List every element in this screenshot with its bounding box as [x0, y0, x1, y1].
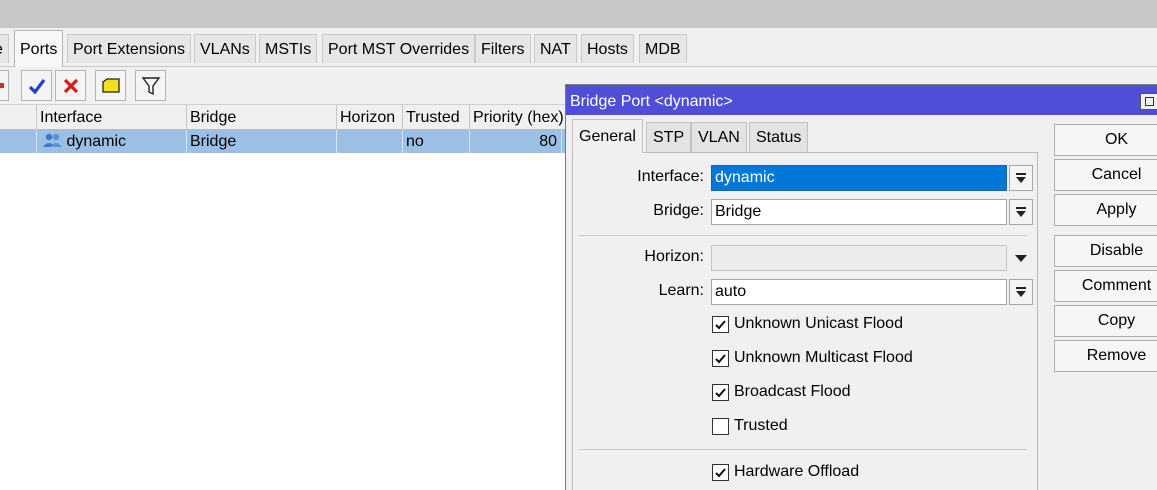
tab-port-mst-overrides[interactable]: Port MST Overrides	[322, 34, 476, 63]
checkmark-icon	[715, 388, 726, 398]
bridge-dropdown-button[interactable]	[1009, 199, 1033, 225]
column-header-interface[interactable]: Interface	[37, 105, 187, 131]
bridge-label: Bridge:	[653, 202, 704, 219]
interface-field[interactable]: dynamic	[711, 165, 1007, 191]
dropdown-arrow-icon	[1016, 173, 1026, 183]
restore-icon	[1145, 97, 1154, 106]
filter-icon	[141, 76, 160, 95]
remove-button[interactable]	[0, 70, 9, 101]
learn-field[interactable]: auto	[711, 279, 1007, 305]
unknown-multicast-flood-label: Unknown Multicast Flood	[734, 349, 913, 366]
dialog-title: Bridge Port <dynamic>	[570, 93, 733, 110]
tab-stp[interactable]: STP	[646, 122, 692, 152]
general-panel: Interface: dynamic Bridge: Bridge Horizo…	[572, 152, 1038, 490]
column-header-flags[interactable]	[0, 105, 37, 131]
hardware-offload-checkbox[interactable]	[712, 464, 729, 481]
bridge-field[interactable]: Bridge	[711, 199, 1007, 225]
horizon-label: Horizon:	[644, 248, 704, 265]
checkmark-icon	[715, 468, 726, 478]
chevron-down-icon	[1015, 255, 1027, 262]
broadcast-flood-checkbox[interactable]	[712, 384, 729, 401]
column-header-horizon[interactable]: Horizon	[337, 105, 403, 131]
comment-button[interactable]	[95, 70, 126, 101]
cancel-button[interactable]: Cancel	[1054, 159, 1157, 191]
learn-dropdown-button[interactable]	[1009, 279, 1033, 305]
unknown-unicast-flood-label: Unknown Unicast Flood	[734, 315, 903, 332]
learn-label: Learn:	[658, 282, 704, 299]
horizon-cell	[337, 130, 403, 153]
unknown-multicast-flood-checkbox[interactable]	[712, 350, 729, 367]
comment-icon	[101, 77, 120, 93]
dropdown-arrow-icon	[1016, 287, 1026, 297]
dropdown-arrow-icon	[1016, 207, 1026, 217]
trusted-cell: no	[403, 130, 470, 153]
interface-cell: dynamic	[37, 130, 187, 153]
trusted-checkbox[interactable]	[712, 418, 729, 435]
ok-button[interactable]: OK	[1054, 124, 1157, 156]
trusted-label: Trusted	[734, 417, 788, 434]
disable-button[interactable]	[55, 70, 86, 101]
remove-button[interactable]: Remove	[1054, 340, 1157, 372]
restore-window-button[interactable]	[1140, 93, 1157, 110]
bridge-port-icon	[43, 133, 62, 147]
dialog-title-bar[interactable]: Bridge Port <dynamic>	[566, 85, 1157, 115]
enable-button[interactable]	[21, 70, 52, 101]
tab-vlan[interactable]: VLAN	[691, 122, 747, 152]
separator	[579, 449, 1027, 450]
tab-partial[interactable]: e	[0, 34, 9, 63]
broadcast-flood-label: Broadcast Flood	[734, 383, 851, 400]
disable-x-icon	[63, 78, 78, 93]
row-flags-cell	[0, 130, 37, 153]
filter-button[interactable]	[135, 70, 166, 101]
tab-ports[interactable]: Ports	[14, 30, 64, 67]
hardware-offload-label: Hardware Offload	[734, 463, 860, 480]
tab-nat[interactable]: NAT	[534, 34, 577, 63]
tab-mstis[interactable]: MSTIs	[259, 34, 318, 63]
window-top-bar	[0, 0, 1157, 28]
tab-hosts[interactable]: Hosts	[581, 34, 634, 63]
comment-button[interactable]: Comment	[1054, 270, 1157, 302]
tab-general[interactable]: General	[572, 119, 643, 153]
priority-cell: 80	[470, 130, 562, 153]
tab-filters[interactable]: Filters	[475, 34, 531, 63]
column-header-bridge[interactable]: Bridge	[187, 105, 337, 131]
copy-button[interactable]: Copy	[1054, 305, 1157, 337]
bridge-cell: Bridge	[187, 130, 337, 153]
tab-vlans[interactable]: VLANs	[194, 34, 256, 63]
interface-dropdown-button[interactable]	[1009, 165, 1033, 191]
remove-icon	[0, 82, 4, 88]
bridge-port-dialog: Bridge Port <dynamic> General STP VLAN S…	[565, 84, 1157, 490]
horizon-dropdown-button[interactable]	[1009, 245, 1033, 271]
disable-button[interactable]: Disable	[1054, 235, 1157, 267]
checkmark-icon	[715, 354, 726, 364]
tab-status[interactable]: Status	[749, 122, 809, 152]
tab-bar: e Ports Port Extensions VLANs MSTIs Port…	[0, 28, 1157, 67]
apply-button[interactable]: Apply	[1054, 194, 1157, 226]
tab-port-extensions[interactable]: Port Extensions	[67, 34, 192, 63]
unknown-unicast-flood-checkbox[interactable]	[712, 316, 729, 333]
interface-label: Interface:	[637, 168, 704, 185]
enable-check-icon	[28, 78, 45, 94]
horizon-field[interactable]	[711, 245, 1007, 271]
column-header-trusted[interactable]: Trusted	[403, 105, 470, 131]
tab-mdb[interactable]: MDB	[639, 34, 687, 63]
column-header-priority[interactable]: Priority (hex)	[470, 105, 566, 131]
separator	[579, 235, 1027, 236]
checkmark-icon	[715, 320, 726, 330]
